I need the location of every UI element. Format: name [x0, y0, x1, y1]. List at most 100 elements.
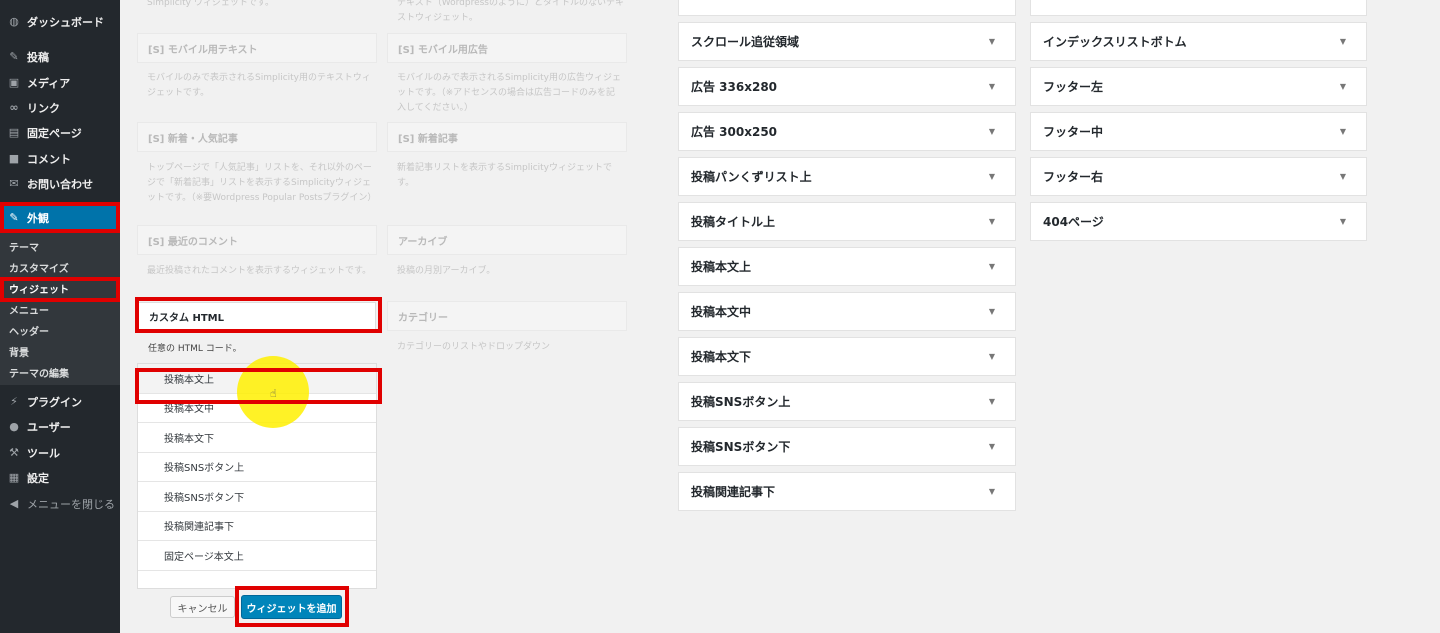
widget-area[interactable]: 投稿SNSボタン上 ▼ — [678, 382, 1016, 421]
widget-area-label: 投稿本文下 — [691, 350, 752, 364]
chevron-down-icon[interactable]: ▼ — [1340, 82, 1346, 91]
menu-dashboard[interactable]: ◍ ダッシュボード — [0, 9, 120, 34]
menu-media[interactable]: ▣ メディア — [0, 70, 120, 95]
widget-area-label: フッター右 — [1043, 170, 1104, 184]
widget-desc: 新着記事リストを表示するSimplicityウィジェットです。 — [397, 163, 612, 188]
widget-area[interactable]: フッター中 ▼ — [1030, 112, 1367, 151]
chevron-down-icon[interactable]: ▼ — [989, 127, 995, 136]
widget-area-label: スクロール追従領域 — [691, 35, 800, 49]
widget-area[interactable]: 投稿タイトル上 ▼ — [678, 202, 1016, 241]
widget-title[interactable]: [S] モバイル用テキスト — [137, 33, 377, 63]
widget-title[interactable]: カテゴリー — [387, 301, 627, 331]
widget-area[interactable]: 投稿関連記事下 ▼ — [678, 472, 1016, 511]
widget-title[interactable]: [S] 最近のコメント — [137, 225, 377, 255]
chevron-down-icon[interactable]: ▼ — [989, 487, 995, 496]
widget-desc: テキスト（Wordpressのように）とタイトルのないテキストウィジェット。 — [397, 0, 624, 23]
widget-area-label: 投稿本文中 — [691, 305, 752, 319]
media-icon: ▣ — [8, 76, 20, 89]
area-option[interactable]: 投稿本文下 — [138, 423, 376, 453]
chevron-down-icon[interactable]: ▼ — [989, 397, 995, 406]
submenu-theme-editor[interactable]: テーマの編集 — [0, 362, 120, 383]
user-icon: ● — [9, 420, 19, 433]
area-option[interactable]: 投稿SNSボタン上 — [138, 453, 376, 482]
menu-plugins[interactable]: ⚡ プラグイン — [0, 389, 120, 414]
add-widget-button[interactable]: ウィジェットを追加 — [241, 595, 342, 619]
chevron-down-icon[interactable]: ▼ — [989, 82, 995, 91]
widget-area[interactable]: 広告 300x250 ▼ — [678, 112, 1016, 151]
area-option[interactable]: 投稿関連記事下 — [138, 512, 376, 541]
widget-area-label: インデックスリストボトム — [1043, 35, 1187, 49]
menu-appearance[interactable]: ✎ 外観 — [0, 204, 120, 231]
widget-title[interactable]: [S] 新着記事 — [387, 122, 627, 152]
hand-pointer-icon: ☝ — [270, 387, 277, 400]
widget-area-label: 投稿SNSボタン上 — [691, 395, 791, 409]
menu-comments[interactable]: ■ コメント — [0, 146, 120, 171]
widget-title[interactable]: [S] モバイル用広告 — [387, 33, 627, 63]
area-option[interactable]: 固定ページ本文上 — [138, 541, 376, 571]
chevron-down-icon[interactable]: ▼ — [989, 37, 995, 46]
chevron-down-icon[interactable]: ▼ — [989, 352, 995, 361]
custom-html-widget-title[interactable]: カスタム HTML — [138, 302, 376, 330]
widget-desc: モバイルのみで表示されるSimplicity用のテキストウィジェットです。 — [147, 73, 371, 98]
link-icon: ∞ — [9, 101, 19, 114]
menu-tools[interactable]: ⚒ ツール — [0, 440, 120, 465]
menu-users[interactable]: ● ユーザー — [0, 414, 120, 439]
widget-area[interactable]: スクロール追従領域 ▼ — [678, 22, 1016, 61]
chevron-down-icon[interactable]: ▼ — [989, 442, 995, 451]
widget-desc: カテゴリーのリストやドロップダウン — [397, 342, 551, 352]
widget-area[interactable]: 404ページ ▼ — [1030, 202, 1367, 241]
widget-title[interactable]: [S] 新着・人気記事 — [137, 122, 377, 152]
widget-area[interactable]: 投稿本文上 ▼ — [678, 247, 1016, 286]
admin-sidebar: ◍ ダッシュボード ✎ 投稿 ▣ メディア ∞ リンク ▤ 固定ページ ■ コメント ✉ お問… — [0, 0, 120, 633]
widget-area-partial — [678, 0, 1016, 16]
submenu-menus[interactable]: メニュー — [0, 299, 120, 320]
submenu-widgets[interactable]: ウィジェット — [0, 278, 120, 299]
menu-label: 投稿 — [27, 50, 49, 64]
custom-html-desc: 任意の HTML コード。 — [148, 344, 242, 354]
widget-area[interactable]: 投稿パンくずリスト上 ▼ — [678, 157, 1016, 196]
area-option[interactable]: 投稿SNSボタン下 — [138, 482, 376, 512]
menu-contact[interactable]: ✉ お問い合わせ — [0, 171, 120, 196]
menu-pages[interactable]: ▤ 固定ページ — [0, 120, 120, 145]
submenu-customize[interactable]: カスタマイズ — [0, 257, 120, 278]
widget-title[interactable]: アーカイブ — [387, 225, 627, 255]
menu-label: ダッシュボード — [27, 15, 104, 29]
chevron-down-icon[interactable]: ▼ — [1340, 172, 1346, 181]
chevron-down-icon[interactable]: ▼ — [989, 172, 995, 181]
widget-area[interactable]: 投稿本文下 ▼ — [678, 337, 1016, 376]
appearance-icon: ✎ — [9, 211, 19, 224]
menu-settings[interactable]: ▦ 設定 — [0, 465, 120, 490]
widget-area[interactable]: 投稿SNSボタン下 ▼ — [678, 427, 1016, 466]
chevron-down-icon[interactable]: ▼ — [989, 307, 995, 316]
widget-area[interactable]: フッター右 ▼ — [1030, 157, 1367, 196]
submenu-header[interactable]: ヘッダー — [0, 320, 120, 341]
chevron-down-icon[interactable]: ▼ — [1340, 37, 1346, 46]
chevron-down-icon[interactable]: ▼ — [1340, 127, 1346, 136]
chevron-down-icon[interactable]: ▼ — [989, 217, 995, 226]
widget-area[interactable]: インデックスリストボトム ▼ — [1030, 22, 1367, 61]
widget-area-label: 404ページ — [1043, 215, 1104, 229]
cancel-button[interactable]: キャンセル — [170, 596, 235, 618]
submenu-background[interactable]: 背景 — [0, 341, 120, 362]
mail-icon: ✉ — [9, 177, 19, 190]
widget-area[interactable]: 投稿本文中 ▼ — [678, 292, 1016, 331]
widget-area[interactable]: フッター左 ▼ — [1030, 67, 1367, 106]
menu-collapse[interactable]: ◀ メニューを閉じる — [0, 491, 120, 516]
widget-area-label: 投稿パンくずリスト上 — [691, 170, 812, 184]
widget-desc: モバイルのみで表示されるSimplicity用の広告ウィジェットです。（※アドセ… — [397, 73, 621, 113]
menu-label: 設定 — [27, 471, 49, 485]
tool-icon: ⚒ — [9, 446, 19, 459]
chevron-down-icon[interactable]: ▼ — [1340, 217, 1346, 226]
menu-label: メニューを閉じる — [27, 497, 115, 511]
pin-icon: ✎ — [9, 50, 19, 63]
menu-label: ユーザー — [27, 420, 71, 434]
menu-label: プラグイン — [27, 395, 82, 409]
widget-desc: 投稿の月別アーカイブ。 — [397, 266, 496, 276]
chevron-down-icon[interactable]: ▼ — [989, 262, 995, 271]
widget-area[interactable]: 広告 336x280 ▼ — [678, 67, 1016, 106]
submenu-themes[interactable]: テーマ — [0, 236, 120, 257]
menu-links[interactable]: ∞ リンク — [0, 95, 120, 120]
menu-posts[interactable]: ✎ 投稿 — [0, 44, 120, 69]
menu-label: 固定ページ — [27, 126, 82, 140]
page-icon: ▤ — [8, 126, 20, 139]
